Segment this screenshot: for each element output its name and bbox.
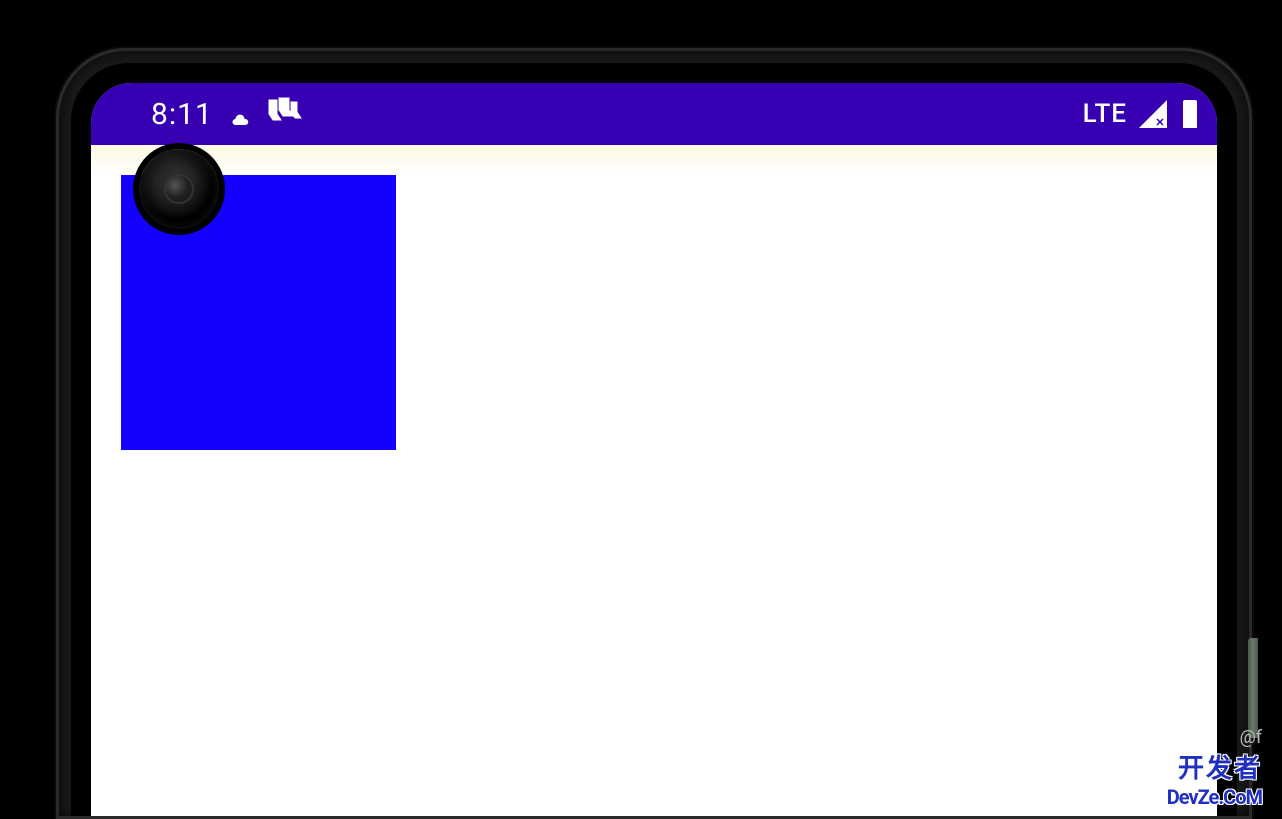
- watermark-prefix: @f: [1167, 727, 1262, 748]
- phone-inner-frame: 8:11 LTE ✕: [71, 63, 1237, 816]
- phone-screen: 8:11 LTE ✕: [91, 83, 1217, 816]
- signal-no-data-icon: ✕: [1155, 118, 1165, 128]
- qb-notification-icon: [267, 96, 307, 133]
- app-top-tint: [91, 145, 1217, 173]
- watermark-cn-text: 开发者: [1167, 748, 1262, 785]
- signal-strength-icon: ✕: [1139, 100, 1167, 128]
- camera-lens: [164, 174, 194, 204]
- power-button[interactable]: [1248, 638, 1258, 738]
- battery-icon: [1183, 100, 1197, 128]
- status-bar-right: LTE ✕: [1083, 99, 1197, 129]
- network-type-label: LTE: [1083, 99, 1127, 129]
- front-camera-cutout: [139, 149, 219, 229]
- phone-device-frame: 8:11 LTE ✕: [56, 48, 1252, 819]
- status-time: 8:11: [151, 97, 213, 132]
- cloud-icon: [231, 110, 249, 122]
- image-watermark: @f 开发者 DevZe.CoM: [1167, 727, 1262, 809]
- status-bar-left: 8:11: [151, 96, 307, 133]
- watermark-en-text: DevZe.CoM: [1167, 785, 1262, 809]
- app-content-area[interactable]: [91, 145, 1217, 816]
- android-status-bar[interactable]: 8:11 LTE ✕: [91, 83, 1217, 145]
